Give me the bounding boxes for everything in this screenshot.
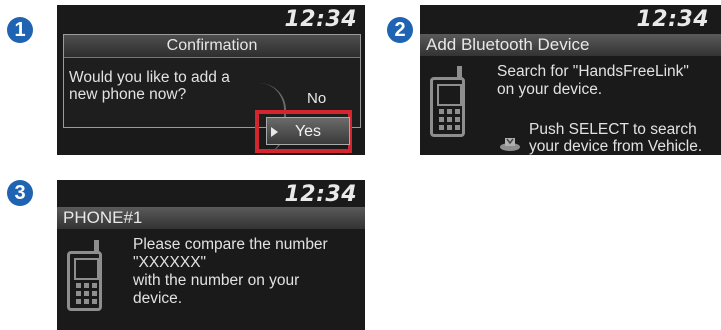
selection-arrow-icon [271,127,278,137]
compare-line-1: Please compare the number [133,236,328,253]
clock: 12:34 [636,7,709,32]
clock: 12:34 [284,182,357,207]
question-line-2: new phone now? [69,86,187,103]
no-option[interactable]: No [307,90,326,107]
dialog-title: Confirmation [64,35,360,58]
clock: 12:34 [284,7,357,32]
select-knob-icon [500,138,520,151]
search-line-2: on your device. [497,81,603,98]
yes-label: Yes [294,123,322,140]
search-line-1: Search for "HandsFreeLink" [497,63,689,80]
step-3-badge: 3 [7,180,33,206]
compare-line-2: "XXXXXX" [133,254,207,271]
screen-header: PHONE#1 [57,207,365,229]
compare-line-4: device. [133,290,183,307]
push-line-1: Push SELECT to search [529,121,697,138]
step-2-badge: 2 [387,17,413,43]
yes-button[interactable]: Yes [266,117,350,145]
phone-compare-screen: 12:34 PHONE#1 Please compare the number … [57,180,365,330]
add-bluetooth-screen: 12:34 Add Bluetooth Device Search for "H… [420,5,721,155]
question-line-1: Would you like to add a [69,69,230,86]
step-1-badge: 1 [7,17,33,43]
header-title: Add Bluetooth Device [426,35,590,54]
header-title: PHONE#1 [63,208,143,227]
push-line-2: your device from Vehicle. [529,138,703,155]
screen-header: Add Bluetooth Device [420,34,721,56]
compare-line-3: with the number on your [133,272,300,289]
